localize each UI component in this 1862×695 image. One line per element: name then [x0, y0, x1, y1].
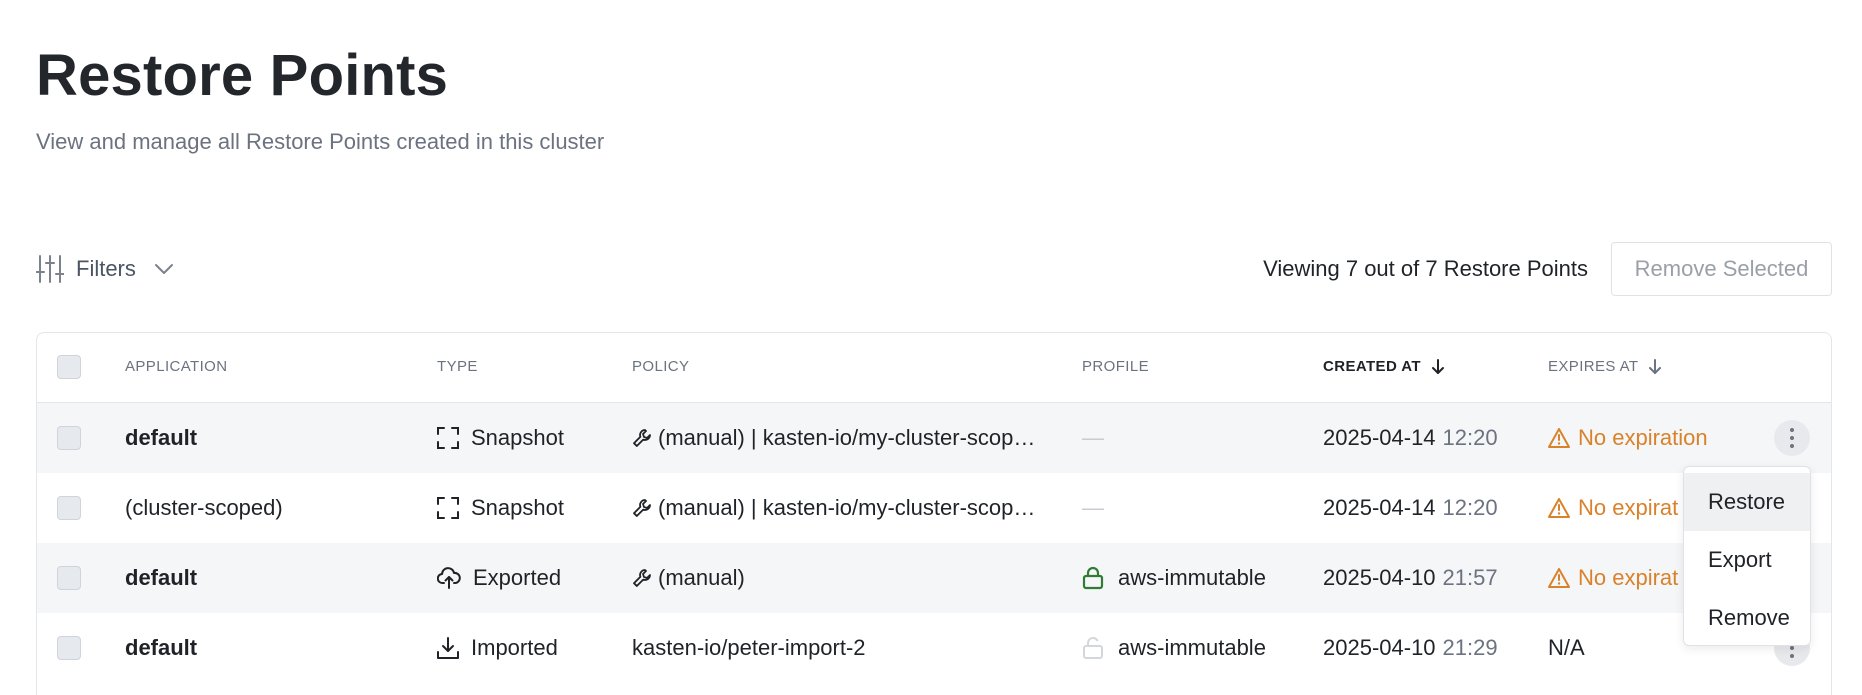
created-date: 2025-04-14	[1323, 495, 1436, 520]
table-header: APPLICATION TYPE POLICY PROFILE CREATED …	[37, 333, 1831, 403]
column-profile: PROFILE	[1082, 358, 1149, 375]
warning-icon	[1548, 428, 1570, 448]
type-label: Exported	[473, 565, 562, 590]
wrench-icon	[633, 569, 651, 587]
policy-label[interactable]: (manual) | kasten-io/my-cluster-scop…	[658, 425, 1035, 451]
warning-icon	[1548, 498, 1570, 518]
application-cell: (cluster-scoped)	[125, 495, 283, 520]
application-cell: default	[125, 565, 198, 590]
expires-label: No expirat	[1578, 565, 1679, 590]
arrow-down-icon	[1431, 358, 1444, 374]
row-actions-menu: Restore Export Remove	[1683, 466, 1811, 646]
type-label: Snapshot	[471, 425, 564, 450]
column-created-at-label: CREATED AT	[1323, 358, 1421, 375]
warning-icon	[1548, 568, 1570, 588]
row-checkbox[interactable]	[57, 566, 81, 590]
page-subtitle: View and manage all Restore Points creat…	[36, 129, 605, 154]
created-date: 2025-04-10	[1323, 635, 1436, 660]
lock-open-icon	[1083, 637, 1103, 659]
column-application: APPLICATION	[125, 358, 228, 375]
wrench-icon	[633, 429, 651, 447]
lock-closed-icon	[1082, 566, 1104, 590]
application-cell: default	[125, 425, 198, 450]
profile-label[interactable]: aws-immutable	[1118, 635, 1266, 661]
policy-label[interactable]: (manual) | kasten-io/my-cluster-scop…	[658, 495, 1035, 521]
created-time: 12:20	[1442, 425, 1498, 450]
column-type: TYPE	[437, 358, 478, 375]
viewing-count: Viewing 7 out of 7 Restore Points	[1263, 256, 1588, 281]
policy-label[interactable]: kasten-io/peter-import-2	[632, 635, 866, 661]
type-label: Snapshot	[471, 495, 564, 520]
created-date: 2025-04-14	[1323, 425, 1436, 450]
row-checkbox[interactable]	[57, 426, 81, 450]
profile-cell: —	[1082, 495, 1104, 520]
sliders-icon	[36, 255, 64, 283]
remove-selected-button[interactable]: Remove Selected	[1611, 242, 1832, 296]
type-label: Imported	[471, 635, 558, 660]
filters-toggle[interactable]: Filters	[36, 252, 174, 286]
row-checkbox[interactable]	[57, 636, 81, 660]
menu-item-restore[interactable]: Restore	[1684, 473, 1810, 531]
table-row[interactable]: (cluster-scoped) Snapshot (manual) | kas…	[37, 473, 1831, 543]
column-created-at[interactable]: CREATED AT	[1323, 358, 1445, 375]
created-time: 21:57	[1442, 565, 1498, 590]
cloud-upload-icon	[437, 567, 461, 589]
filters-label: Filters	[76, 256, 136, 281]
profile-label[interactable]: aws-immutable	[1118, 565, 1266, 591]
select-all-checkbox[interactable]	[57, 355, 81, 379]
table-row[interactable]: default Imported kasten-io/peter-import-…	[37, 613, 1831, 683]
table-row[interactable]: default Exported (manual) aws-immutable …	[37, 543, 1831, 613]
profile-cell: —	[1082, 425, 1104, 450]
page-title: Restore Points	[36, 43, 449, 108]
table-row[interactable]: default Snapshot (manual) | kasten-io/my…	[37, 403, 1831, 473]
row-checkbox[interactable]	[57, 496, 81, 520]
created-time: 12:20	[1442, 495, 1498, 520]
column-expires-at-label: EXPIRES AT	[1548, 358, 1639, 375]
column-policy: POLICY	[632, 358, 690, 375]
expires-label: No expiration	[1578, 425, 1708, 450]
application-cell: default	[125, 635, 198, 660]
policy-label[interactable]: (manual)	[658, 565, 745, 591]
menu-item-export[interactable]: Export	[1684, 531, 1810, 589]
chevron-down-icon	[154, 264, 173, 274]
menu-item-remove[interactable]: Remove	[1684, 589, 1810, 645]
snapshot-icon	[437, 497, 459, 519]
snapshot-icon	[437, 427, 459, 449]
expires-label: No expirat	[1578, 495, 1679, 520]
restore-points-table: APPLICATION TYPE POLICY PROFILE CREATED …	[36, 332, 1832, 695]
expires-label: N/A	[1548, 635, 1585, 660]
created-time: 21:29	[1442, 635, 1498, 660]
wrench-icon	[633, 499, 651, 517]
column-expires-at[interactable]: EXPIRES AT	[1548, 358, 1662, 375]
arrow-down-icon	[1649, 358, 1662, 374]
row-actions-button[interactable]	[1774, 420, 1810, 456]
created-date: 2025-04-10	[1323, 565, 1436, 590]
download-icon	[437, 637, 459, 659]
